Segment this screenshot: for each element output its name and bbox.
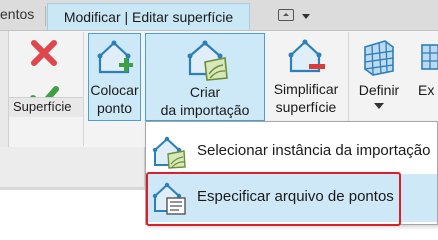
simplify-surface-label-1: Simplificar xyxy=(273,81,339,97)
define-button[interactable]: Definir xyxy=(352,33,406,121)
cancel-x-icon xyxy=(31,40,57,66)
tab-previous[interactable]: entos xyxy=(0,6,34,22)
define-label: Definir xyxy=(358,82,400,98)
ribbon-tab-strip: entos Modificar | Editar superfície xyxy=(0,0,438,31)
select-import-instance-icon xyxy=(152,136,186,169)
extra-label: Ex xyxy=(418,82,435,98)
cancel-edit-button[interactable] xyxy=(27,36,61,70)
ribbon-left-strip xyxy=(0,31,9,147)
panel-separator xyxy=(83,32,84,146)
options-bar-border xyxy=(0,187,145,190)
simplify-surface-button[interactable]: Simplificar superfície xyxy=(268,33,344,121)
simplify-surface-icon xyxy=(288,39,325,73)
extra-button[interactable]: Ex xyxy=(412,33,438,121)
options-bar xyxy=(0,147,145,187)
chevron-down-icon xyxy=(374,103,384,109)
place-point-label-1: Colocar xyxy=(90,82,139,98)
grid-extra-icon xyxy=(421,44,438,70)
grid-define-icon xyxy=(364,40,394,76)
place-point-button[interactable]: Colocar ponto xyxy=(88,33,141,121)
create-from-import-menu: Selecionar instância da importação Espec… xyxy=(145,121,438,225)
menu-item-label: Especificar arquivo de pontos xyxy=(197,188,394,205)
create-from-import-icon xyxy=(187,40,228,81)
simplify-surface-label-2: superfície xyxy=(275,99,337,115)
create-from-import-button[interactable]: Criar da importação xyxy=(145,33,265,121)
tab-modify-edit-surface[interactable]: Modificar | Editar superfície xyxy=(47,3,250,31)
tab-separator xyxy=(45,6,46,26)
panel-display-dropdown[interactable] xyxy=(278,7,312,25)
specify-points-file-icon xyxy=(152,182,186,215)
menu-item-select-import-instance[interactable]: Selecionar instância da importação xyxy=(147,128,437,176)
create-from-import-label-1: Criar xyxy=(189,84,221,100)
panel-toggle-icon xyxy=(278,9,294,21)
create-from-import-label-2: da importação xyxy=(160,102,250,118)
menu-item-specify-points-file[interactable]: Especificar arquivo de pontos xyxy=(147,174,437,222)
chevron-down-icon xyxy=(302,14,310,19)
place-point-label-2: ponto xyxy=(96,100,133,116)
place-point-icon xyxy=(97,40,133,74)
panel-label-surface: Superfície xyxy=(13,99,72,114)
menu-item-label: Selecionar instância da importação xyxy=(197,142,431,159)
